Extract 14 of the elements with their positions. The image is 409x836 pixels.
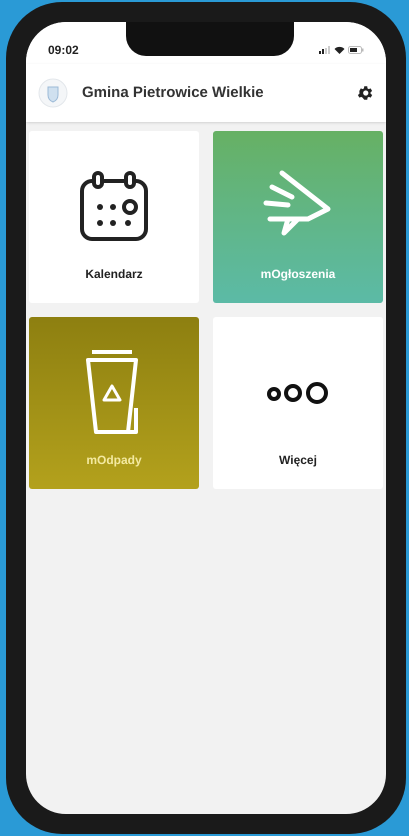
more-tile[interactable]: Więcej: [213, 317, 383, 489]
crest-icon: [38, 78, 68, 108]
calendar-tile[interactable]: Kalendarz: [29, 131, 199, 303]
wifi-icon: [334, 46, 345, 54]
status-time: 09:02: [48, 42, 79, 59]
app-title: Gmina Pietrowice Wielkie: [82, 82, 265, 103]
battery-icon: [348, 46, 364, 54]
signal-icon: [319, 46, 331, 54]
tile-label: mOgłoszenia: [260, 266, 336, 283]
tile-label: Kalendarz: [85, 266, 143, 283]
tile-label: Więcej: [279, 452, 317, 469]
three-circles-icon: [265, 380, 331, 406]
tile-label: mOdpady: [86, 452, 142, 469]
settings-icon[interactable]: [356, 84, 374, 102]
